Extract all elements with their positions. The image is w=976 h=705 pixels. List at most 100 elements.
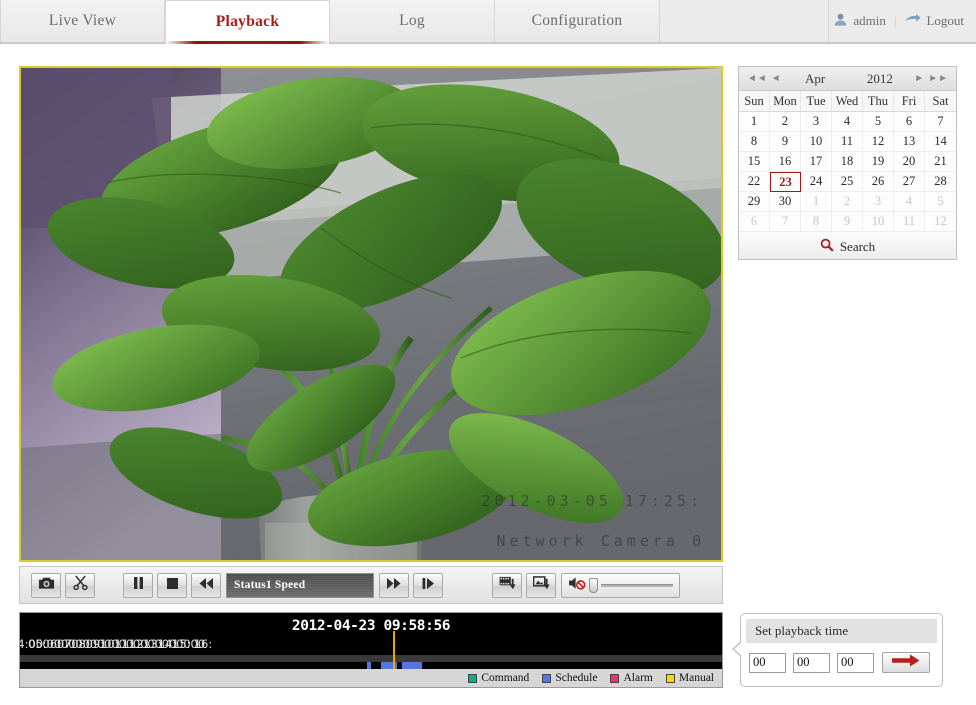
calendar-day[interactable]: 6 [894, 112, 925, 132]
calendar-day[interactable]: 25 [832, 172, 863, 192]
calendar-day[interactable]: 8 [739, 132, 770, 152]
legend-label: Schedule [555, 672, 598, 684]
pause-button[interactable] [123, 572, 153, 598]
volume-control[interactable] [561, 572, 680, 598]
calendar-day[interactable]: 5 [863, 112, 894, 132]
frame-step-button[interactable] [413, 572, 443, 598]
volume-slider-handle[interactable] [589, 577, 598, 593]
legend-label: Command [481, 672, 530, 684]
set-playback-time-popup: Set playback time [732, 613, 943, 687]
calendar-day[interactable]: 16 [770, 152, 801, 172]
timeline-current-time: 2012-04-23 09:58:56 [291, 618, 451, 634]
calendar-day[interactable]: 7 [770, 212, 801, 232]
search-icon [820, 238, 834, 256]
logout-button[interactable]: Logout [926, 13, 964, 29]
calendar-day[interactable]: 18 [832, 152, 863, 172]
nav-separator: | [893, 13, 897, 28]
calendar-day[interactable]: 4 [832, 112, 863, 132]
download-picture-button[interactable] [526, 572, 556, 598]
calendar-day[interactable]: 17 [801, 152, 832, 172]
calendar-month-label[interactable]: Apr [783, 71, 848, 87]
tab-configuration[interactable]: Configuration [495, 0, 660, 42]
calendar-day[interactable]: 19 [863, 152, 894, 172]
calendar-day[interactable]: 5 [925, 192, 956, 212]
calendar-day[interactable]: 10 [801, 132, 832, 152]
calendar-day[interactable]: 27 [894, 172, 925, 192]
calendar-day[interactable]: 13 [894, 132, 925, 152]
calendar-day[interactable]: 10 [863, 212, 894, 232]
clip-button[interactable] [65, 572, 95, 598]
download-picture-icon [532, 575, 550, 595]
calendar-day[interactable]: 3 [801, 112, 832, 132]
left-icon[interactable]: ◄ [769, 73, 783, 84]
calendar-day[interactable]: 24 [801, 172, 832, 192]
tab-playback[interactable]: Playback [165, 0, 330, 44]
calendar-day[interactable]: 1 [801, 192, 832, 212]
double-right-icon[interactable]: ►► [926, 73, 950, 84]
calendar-day[interactable]: 1 [739, 112, 770, 132]
tab-log[interactable]: Log [330, 0, 495, 42]
tab-live-view-label: Live View [48, 12, 117, 29]
stop-button[interactable] [157, 572, 187, 598]
timeline-tick-label: 16: [193, 637, 213, 651]
legend-swatch-manual [665, 673, 675, 683]
calendar-day[interactable]: 21 [925, 152, 956, 172]
snapshot-button[interactable] [31, 572, 61, 598]
calendar-day-selected[interactable]: 23 [770, 172, 801, 192]
legend-swatch-command [468, 673, 478, 683]
calendar-day-grid[interactable]: 1 2 3 4 5 6 7 8 9 10 11 12 13 14 15 16 17 18 19 20 21 22 23 24 2… [739, 112, 956, 232]
playback-go-button[interactable] [882, 652, 930, 673]
calendar-day[interactable]: 4 [894, 192, 925, 212]
download-video-button[interactable] [492, 572, 522, 598]
calendar-day[interactable]: 8 [801, 212, 832, 232]
search-button[interactable]: Search [738, 234, 957, 260]
calendar-day[interactable]: 30 [770, 192, 801, 212]
calendar-day[interactable]: 9 [832, 212, 863, 232]
calendar-day[interactable]: 11 [894, 212, 925, 232]
calendar-day[interactable]: 22 [739, 172, 770, 192]
double-left-icon[interactable]: ◄◄ [745, 73, 769, 84]
frame-step-icon [422, 576, 435, 594]
calendar-day[interactable]: 12 [925, 212, 956, 232]
fast-forward-button[interactable] [379, 572, 409, 598]
tab-live-view[interactable]: Live View [0, 0, 165, 42]
calendar-day[interactable]: 28 [925, 172, 956, 192]
calendar-day[interactable]: 11 [832, 132, 863, 152]
calendar-day[interactable]: 26 [863, 172, 894, 192]
rewind-button[interactable] [191, 572, 221, 598]
calendar-day[interactable]: 29 [739, 192, 770, 212]
playback-page: Live View Playback Log Configuration adm… [0, 0, 976, 705]
calendar-day[interactable]: 14 [925, 132, 956, 152]
calendar-day[interactable]: 9 [770, 132, 801, 152]
calendar-day[interactable]: 3 [863, 192, 894, 212]
calendar-year-label[interactable]: 2012 [848, 71, 913, 87]
calendar-day[interactable]: 12 [863, 132, 894, 152]
user-area: admin | Logout [829, 0, 976, 42]
output-group [490, 572, 680, 598]
video-player[interactable]: 2012-03-05 17:25: Network Camera 0 [19, 66, 723, 562]
volume-slider-track[interactable] [601, 583, 673, 587]
legend-item-alarm: Alarm [610, 672, 653, 684]
video-osd-timestamp: 2012-03-05 17:25: [481, 492, 703, 510]
timeline-panel[interactable]: 2012-04-23 09:58:56 4:00 05:00 06:00 07:00 0… [19, 612, 723, 688]
timeline-ruler[interactable]: 4:00 05:00 06:00 07:00 08:00 09:00 10:00 11:00 1… [20, 637, 722, 679]
search-button-label: Search [839, 238, 876, 254]
calendar-widget[interactable]: ◄◄ ◄ Apr 2012 ► ►► Sun Mon Tue Wed Thu Fri Sat… [738, 66, 957, 260]
right-icon[interactable]: ► [912, 73, 926, 84]
playback-hours-input[interactable] [749, 652, 786, 673]
calendar-day[interactable]: 6 [739, 212, 770, 232]
snapshot-icon [38, 576, 55, 595]
calendar-day[interactable]: 2 [770, 112, 801, 132]
calendar-day[interactable]: 2 [832, 192, 863, 212]
username-label[interactable]: admin [853, 13, 886, 29]
stop-icon [166, 576, 178, 594]
calendar-day[interactable]: 20 [894, 152, 925, 172]
playback-minutes-input[interactable] [793, 652, 830, 673]
calendar-day[interactable]: 7 [925, 112, 956, 132]
pause-icon [133, 576, 144, 594]
calendar-weekday-wed: Wed [832, 91, 863, 111]
speaker-muted-icon[interactable] [568, 576, 586, 595]
playback-seconds-input[interactable] [837, 652, 874, 673]
calendar-day[interactable]: 15 [739, 152, 770, 172]
calendar-weekday-row: Sun Mon Tue Wed Thu Fri Sat [739, 91, 956, 112]
